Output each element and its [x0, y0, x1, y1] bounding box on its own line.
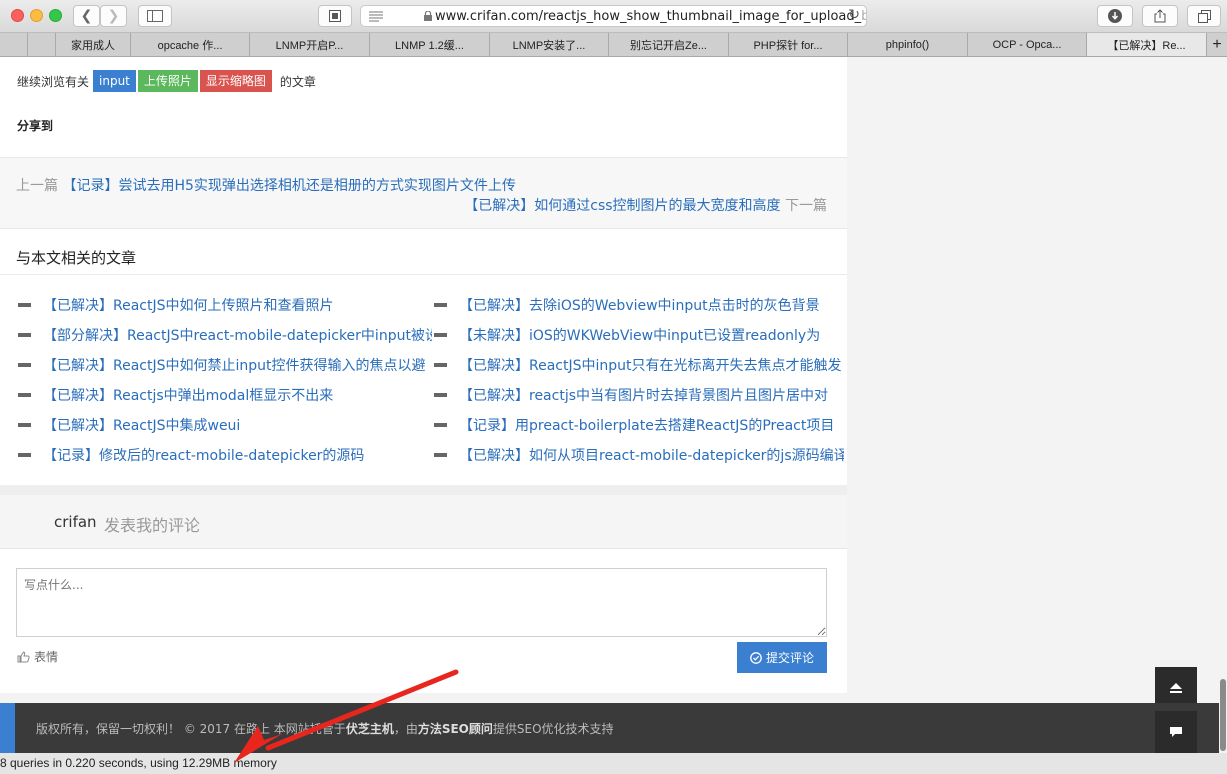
- scrollbar-thumb[interactable]: [1220, 679, 1226, 751]
- site-footer: 版权所有，保留一切权利！ © 2017 在路上 本网站托管于伏芝主机，由方法SE…: [0, 703, 1227, 753]
- article-footer-card: 继续浏览有关 input 上传照片 显示缩略图 的文章 分享到 上一篇 【记录】…: [0, 57, 847, 693]
- related-item[interactable]: 【记录】用preact-boilerplate去搭建ReactJS的Preact…: [434, 415, 844, 435]
- new-tab-button[interactable]: +: [1207, 33, 1227, 56]
- reader-icon[interactable]: [369, 11, 383, 22]
- related-item[interactable]: 【已解决】ReactJS中如何上传照片和查看照片: [18, 295, 428, 315]
- related-item[interactable]: 【已解决】reactjs中当有图片时去掉背景图片且图片居中对: [434, 385, 844, 405]
- divider: [0, 274, 847, 275]
- stop-square-icon: [329, 10, 341, 22]
- related-item[interactable]: 【已解决】ReactJS中如何禁止input控件获得输入的焦点以避: [18, 355, 428, 375]
- submit-comment-button[interactable]: 提交评论: [737, 642, 827, 673]
- chevron-right-icon: ❯: [107, 8, 120, 24]
- next-post-link[interactable]: 【已解决】如何通过css控制图片的最大宽度和高度: [464, 198, 780, 214]
- check-circle-icon: [750, 651, 762, 664]
- eject-icon: [1170, 683, 1182, 693]
- dash-icon: [434, 453, 447, 457]
- comment-header: crifan 发表我的评论: [0, 495, 847, 549]
- share-label: 分享到: [17, 119, 54, 133]
- url-text-faded: b: [861, 9, 866, 24]
- tabs-icon: [1197, 9, 1211, 23]
- tag-suffix: 的文章: [279, 74, 316, 89]
- share-button[interactable]: [1142, 5, 1178, 27]
- scrollbar-track[interactable]: [1219, 57, 1227, 753]
- chat-bubble-icon: [1170, 726, 1182, 737]
- tab[interactable]: 别忘记开启Ze...: [609, 33, 729, 56]
- tab[interactable]: LNMP 1.2缓...: [370, 33, 490, 56]
- tab[interactable]: OCP - Opca...: [968, 33, 1087, 56]
- tab-pinned[interactable]: [0, 33, 28, 56]
- tag-row: 继续浏览有关 input 上传照片 显示缩略图 的文章: [17, 70, 316, 92]
- browser-toolbar: ❮ ❯ www.crifan.com/reactjs_how_show_thum…: [0, 0, 1227, 33]
- related-item[interactable]: 【部分解决】ReactJS中react-mobile-datepicker中in…: [18, 325, 432, 345]
- comment-textarea[interactable]: [16, 568, 827, 637]
- annotation-arrow: [234, 669, 459, 763]
- back-button[interactable]: ❮: [73, 5, 100, 27]
- tab[interactable]: 家用成人: [56, 33, 131, 56]
- share-icon: [1154, 9, 1166, 23]
- downloads-button[interactable]: [1097, 5, 1133, 27]
- prev-post[interactable]: 上一篇 【记录】尝试去用H5实现弹出选择相机还是相册的方式实现图片文件上传: [16, 175, 516, 195]
- post-nav: 上一篇 【记录】尝试去用H5实现弹出选择相机还是相册的方式实现图片文件上传 【已…: [0, 157, 847, 229]
- related-heading: 与本文相关的文章: [16, 249, 137, 267]
- dash-icon: [434, 393, 447, 397]
- tag-prefix: 继续浏览有关: [17, 74, 90, 89]
- related-item[interactable]: 【已解决】如何从项目react-mobile-datepicker的js源码编译…: [434, 445, 844, 465]
- next-post[interactable]: 【已解决】如何通过css控制图片的最大宽度和高度 下一篇: [464, 195, 827, 215]
- close-window-icon[interactable]: [11, 9, 24, 22]
- comment-float-button[interactable]: [1155, 711, 1197, 753]
- url-text: www.crifan.com/reactjs_how_show_thumbnai…: [435, 8, 862, 24]
- dash-icon: [434, 303, 447, 307]
- dash-icon: [18, 303, 31, 307]
- tab-active[interactable]: 【已解决】Re...: [1087, 33, 1207, 56]
- chevron-left-icon: ❮: [80, 8, 93, 24]
- comment-username: crifan: [54, 513, 97, 531]
- related-item[interactable]: 【已解决】Reactjs中弹出modal框显示不出来: [18, 385, 428, 405]
- dash-icon: [434, 333, 447, 337]
- download-icon: [1108, 9, 1122, 23]
- section-gap: [0, 485, 847, 495]
- zoom-window-icon[interactable]: [49, 9, 62, 22]
- dash-icon: [18, 363, 31, 367]
- address-bar[interactable]: www.crifan.com/reactjs_how_show_thumbnai…: [360, 5, 867, 27]
- show-tabs-button[interactable]: [1187, 5, 1221, 27]
- tab[interactable]: LNMP开启P...: [250, 33, 370, 56]
- reload-icon[interactable]: ↻: [848, 7, 860, 23]
- dash-icon: [18, 333, 31, 337]
- tag-input[interactable]: input: [93, 70, 136, 92]
- tag-show-thumbnail[interactable]: 显示缩略图: [199, 70, 272, 92]
- emoji-button[interactable]: 表情: [17, 648, 58, 665]
- minimize-window-icon[interactable]: [30, 9, 43, 22]
- related-item[interactable]: 【已解决】去除iOS的Webview中input点击时的灰色背景: [434, 295, 844, 315]
- next-label: 下一篇: [785, 198, 827, 214]
- dash-icon: [434, 363, 447, 367]
- forward-button[interactable]: ❯: [100, 5, 127, 27]
- related-item[interactable]: 【未解决】iOS的WKWebView中input已设置readonly为: [434, 325, 844, 345]
- comment-heading: 发表我的评论: [104, 516, 201, 535]
- tab-pinned[interactable]: [28, 33, 56, 56]
- tag-upload-photo[interactable]: 上传照片: [137, 70, 198, 92]
- prev-post-link[interactable]: 【记录】尝试去用H5实现弹出选择相机还是相册的方式实现图片文件上传: [62, 178, 515, 194]
- tab-strip: 家用成人 opcache 作... LNMP开启P... LNMP 1.2缓..…: [0, 33, 1227, 57]
- dash-icon: [434, 423, 447, 427]
- dash-icon: [18, 453, 31, 457]
- lock-icon: [424, 11, 432, 21]
- dash-icon: [18, 393, 31, 397]
- tab[interactable]: opcache 作...: [131, 33, 250, 56]
- sidebar-button[interactable]: [138, 5, 172, 27]
- dash-icon: [18, 423, 31, 427]
- tab-overview-button[interactable]: [318, 5, 352, 27]
- thumbs-up-icon: [17, 650, 30, 662]
- related-item[interactable]: 【已解决】ReactJS中input只有在光标离开失去焦点才能触发: [434, 355, 844, 375]
- related-item[interactable]: 【记录】修改后的react-mobile-datepicker的源码: [18, 445, 428, 465]
- tab[interactable]: LNMP安装了...: [490, 33, 609, 56]
- prev-label: 上一篇: [16, 178, 58, 194]
- tab[interactable]: phpinfo(): [848, 33, 968, 56]
- debug-status-bar: 8 queries in 0.220 seconds, using 12.29M…: [0, 753, 1227, 774]
- sidebar-icon: [147, 10, 163, 22]
- related-item[interactable]: 【已解决】ReactJS中集成weui: [18, 415, 428, 435]
- tab[interactable]: PHP探针 for...: [729, 33, 848, 56]
- footer-accent: [0, 703, 15, 753]
